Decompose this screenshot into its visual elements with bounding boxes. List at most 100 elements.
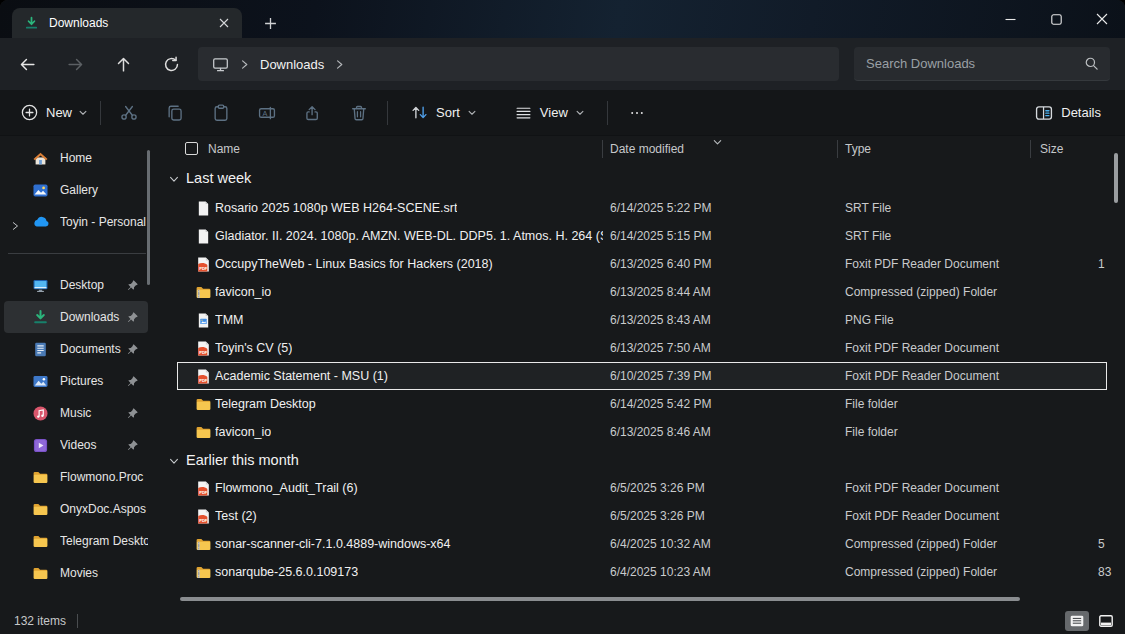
desktop-icon: [32, 276, 50, 294]
file-row[interactable]: PDFFlowmono_Audit_Trail (6)6/5/2025 3:26…: [160, 474, 1125, 502]
details-pane-button[interactable]: Details: [1027, 96, 1109, 130]
rename-icon[interactable]: A: [244, 96, 290, 130]
home-icon: [32, 149, 50, 167]
up-icon[interactable]: [104, 46, 142, 82]
file-date: 6/14/2025 5:42 PM: [610, 397, 711, 411]
file-date: 6/13/2025 8:46 AM: [610, 425, 711, 439]
file-row[interactable]: favicon_io6/13/2025 8:46 AMFile folder: [160, 418, 1125, 446]
sidebar-item-telegram-deskto[interactable]: Telegram Deskto: [4, 525, 148, 557]
zip-icon: [195, 284, 211, 300]
file-row[interactable]: PDF Test (2) 6/5/2025 3:26 PM Foxit PDF Rea…: [160, 502, 1125, 530]
this-pc-icon[interactable]: [212, 56, 229, 73]
details-label: Details: [1061, 105, 1101, 120]
sort-descending-icon: [712, 136, 723, 150]
search-input[interactable]: [854, 56, 1110, 71]
sidebar-item-onyxdoc-aspos[interactable]: OnyxDoc.Aspos: [4, 493, 148, 525]
folder-icon: [32, 468, 50, 486]
file-date: 6/4/2025 10:23 AM: [610, 565, 711, 579]
column-date-modified[interactable]: Date modified: [610, 142, 684, 156]
sidebar-item-movies[interactable]: Movies: [4, 557, 148, 589]
close-icon[interactable]: [1079, 0, 1125, 38]
file-row[interactable]: Telegram Desktop6/14/2025 5:42 PMFile fo…: [160, 390, 1125, 418]
svg-text:PDF: PDF: [199, 518, 208, 523]
sidebar-item-flowmono-proc[interactable]: Flowmono.Proc: [4, 461, 148, 493]
music-icon: [32, 404, 50, 422]
view-button[interactable]: View: [507, 96, 593, 130]
sidebar-item-pictures[interactable]: Pictures: [4, 365, 148, 397]
file-row[interactable]: PDFOccupyTheWeb - Linux Basics for Hacke…: [160, 250, 1125, 278]
file-name: Gladiator. II. 2024. 1080p. AMZN. WEB-DL…: [215, 229, 603, 243]
file-row[interactable]: Rosario 2025 1080p WEB H264-SCENE.srt6/1…: [160, 194, 1125, 222]
file-type: SRT File: [845, 201, 891, 215]
toolbar-separator: [607, 101, 608, 125]
file-row[interactable]: PDFAcademic Statement - MSU (1)6/10/2025…: [160, 362, 1125, 390]
new-icon: [21, 104, 38, 121]
breadcrumb-location[interactable]: Downloads: [260, 57, 324, 72]
search-icon[interactable]: [1084, 56, 1099, 75]
file-size: 5: [1098, 537, 1113, 551]
sidebar-item-videos[interactable]: Videos: [4, 429, 148, 461]
sort-button[interactable]: Sort: [403, 96, 485, 130]
file-row[interactable]: sonar-scanner-cli-7.1.0.4889-windows-x64…: [160, 530, 1125, 558]
group-label: Earlier this month: [186, 452, 299, 468]
sidebar-item-music[interactable]: Music: [4, 397, 148, 429]
toolbar-separator: [100, 101, 101, 125]
share-icon[interactable]: [290, 96, 336, 130]
refresh-icon[interactable]: [152, 46, 190, 82]
file-name: TMM: [215, 313, 243, 327]
column-type[interactable]: Type: [845, 142, 871, 156]
details-view-toggle[interactable]: [1065, 611, 1089, 631]
thumbnail-view-toggle[interactable]: [1094, 611, 1118, 631]
minimize-icon[interactable]: [987, 0, 1033, 38]
sidebar-item-toyin-personal[interactable]: Toyin - Personal: [4, 206, 148, 238]
horizontal-scrollbar[interactable]: [180, 597, 1020, 601]
chevron-down-icon[interactable]: [168, 173, 180, 185]
chevron-right-icon: [240, 59, 249, 70]
videos-icon: [32, 436, 50, 454]
file-row[interactable]: PDFToyin's CV (5)6/13/2025 7:50 AMFoxit …: [160, 334, 1125, 362]
new-button[interactable]: New: [14, 96, 95, 130]
back-icon[interactable]: [8, 46, 46, 82]
column-size[interactable]: Size: [1040, 142, 1063, 156]
sidebar-item-label: Flowmono.Proc: [60, 470, 148, 484]
folder-icon: [32, 500, 50, 518]
new-tab-icon[interactable]: [258, 12, 282, 34]
chevron-down-icon[interactable]: [168, 455, 180, 467]
forward-icon[interactable]: [56, 46, 94, 82]
sidebar-item-home[interactable]: Home: [4, 142, 148, 174]
breadcrumb[interactable]: Downloads: [198, 47, 839, 81]
file-row[interactable]: TMM6/13/2025 8:43 AMPNG File: [160, 306, 1125, 334]
sidebar-item-gallery[interactable]: Gallery: [4, 174, 148, 206]
chevron-right-icon[interactable]: [335, 59, 344, 70]
file-name: Rosario 2025 1080p WEB H264-SCENE.srt: [215, 201, 457, 215]
search-box[interactable]: [854, 47, 1110, 81]
copy-icon[interactable]: [152, 96, 198, 130]
file-row[interactable]: favicon_io6/13/2025 8:44 AMCompressed (z…: [160, 278, 1125, 306]
paste-icon[interactable]: [198, 96, 244, 130]
sidebar-item-downloads[interactable]: Downloads: [4, 301, 148, 333]
zip-icon: [195, 536, 211, 552]
group-header[interactable]: Earlier this month: [160, 446, 1125, 474]
tab-close-icon[interactable]: [214, 13, 234, 33]
file-name: Test (2): [215, 509, 257, 523]
vertical-scrollbar[interactable]: [1114, 153, 1118, 203]
tab-downloads[interactable]: Downloads: [12, 8, 242, 38]
maximize-icon[interactable]: [1033, 0, 1079, 38]
file-row[interactable]: sonarqube-25.6.0.1091736/4/2025 10:23 AM…: [160, 558, 1125, 586]
column-name[interactable]: Name: [208, 142, 240, 156]
file-row[interactable]: Gladiator. II. 2024. 1080p. AMZN. WEB-DL…: [160, 222, 1125, 250]
chevron-right-icon[interactable]: [10, 217, 20, 235]
pictures-icon: [32, 372, 50, 390]
chevron-down-icon: [467, 108, 477, 118]
file-type: Compressed (zipped) Folder: [845, 285, 997, 299]
group-header[interactable]: Last week: [160, 162, 1125, 194]
file-date: 6/5/2025 3:26 PM: [610, 509, 705, 523]
more-options-icon[interactable]: [621, 96, 653, 130]
select-all-checkbox[interactable]: [185, 142, 198, 155]
cut-icon[interactable]: [106, 96, 152, 130]
file-type: Foxit PDF Reader Document: [845, 509, 999, 523]
delete-icon[interactable]: [336, 96, 382, 130]
sidebar-item-documents[interactable]: Documents: [4, 333, 148, 365]
sidebar-item-desktop[interactable]: Desktop: [4, 269, 148, 301]
file-date: 6/13/2025 7:50 AM: [610, 341, 711, 355]
